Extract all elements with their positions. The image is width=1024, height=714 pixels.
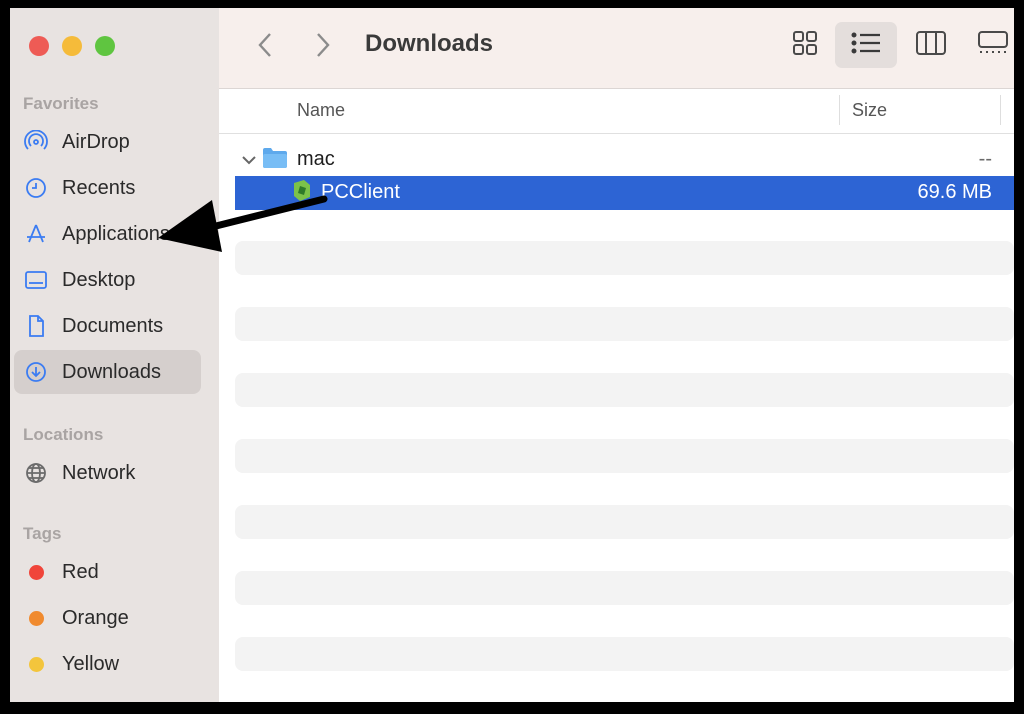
file-size: --	[978, 148, 992, 170]
finder-window: Favorites AirDrop Recents Applications D…	[10, 8, 1014, 702]
sidebar-item-label: Desktop	[62, 268, 136, 291]
sidebar-item-desktop[interactable]: Desktop	[14, 258, 201, 302]
empty-row	[235, 373, 1014, 407]
window-title: Downloads	[365, 30, 494, 57]
sidebar-item-label: Orange	[62, 606, 129, 629]
forward-button[interactable]	[313, 30, 333, 67]
sidebar-item-label: Documents	[62, 314, 164, 337]
grid-icon	[792, 30, 818, 61]
download-icon	[24, 360, 48, 384]
icon-view-button[interactable]	[774, 22, 836, 68]
file-size: 69.6 MB	[917, 181, 992, 203]
sidebar-item-label: Applications	[62, 222, 170, 245]
red-tag-icon	[24, 560, 48, 584]
sidebar-item-label: Downloads	[62, 360, 161, 383]
sidebar-item-tag-red[interactable]: Red	[14, 550, 201, 594]
sidebar-item-downloads[interactable]: Downloads	[14, 350, 201, 394]
file-name: mac	[297, 148, 335, 170]
column-divider[interactable]	[1000, 95, 1001, 125]
empty-row	[235, 571, 1014, 605]
applications-icon	[24, 222, 48, 246]
airdrop-icon	[24, 130, 48, 154]
empty-row	[235, 307, 1014, 341]
column-header: Name Size	[219, 89, 1014, 134]
sidebar-item-network[interactable]: Network	[14, 451, 201, 495]
globe-icon	[24, 461, 48, 485]
sidebar-item-applications[interactable]: Applications	[14, 212, 201, 256]
tags-section-title: Tags	[23, 524, 62, 543]
empty-row	[235, 241, 1014, 275]
sidebar-item-label: Yellow	[62, 652, 120, 675]
locations-section-title: Locations	[23, 425, 104, 444]
close-button[interactable]	[29, 36, 49, 56]
disclosure-chevron-icon[interactable]	[241, 153, 257, 171]
gallery-icon	[977, 30, 1009, 61]
file-name: PCClient	[321, 181, 400, 203]
sidebar-item-label: AirDrop	[62, 130, 130, 153]
list-view-button[interactable]	[835, 22, 897, 68]
pcclient-app-icon	[291, 179, 313, 208]
column-view-button[interactable]	[900, 22, 962, 68]
sidebar-item-airdrop[interactable]: AirDrop	[14, 120, 201, 164]
orange-tag-icon	[24, 606, 48, 630]
file-row-mac[interactable]: mac --	[235, 143, 1014, 177]
yellow-tag-icon	[24, 652, 48, 676]
folder-icon	[262, 147, 288, 174]
zoom-button[interactable]	[95, 36, 115, 56]
sidebar-item-recents[interactable]: Recents	[14, 166, 201, 210]
toolbar: Downloads	[219, 8, 1014, 89]
sidebar-item-documents[interactable]: Documents	[14, 304, 201, 348]
sidebar-item-label: Red	[62, 560, 99, 583]
file-row-pcclient[interactable]: PCClient 69.6 MB	[235, 176, 1014, 210]
list-icon	[851, 32, 881, 59]
favorites-section-title: Favorites	[23, 94, 99, 113]
empty-row	[235, 439, 1014, 473]
sidebar-item-tag-yellow[interactable]: Yellow	[14, 642, 201, 686]
column-divider[interactable]	[839, 95, 840, 125]
sidebar: Favorites AirDrop Recents Applications D…	[10, 8, 219, 702]
window-controls	[29, 36, 115, 56]
desktop-icon	[24, 268, 48, 292]
name-column-header[interactable]: Name	[297, 100, 345, 121]
size-column-header[interactable]: Size	[852, 100, 887, 121]
back-button[interactable]	[255, 30, 275, 67]
sidebar-item-label: Recents	[62, 176, 136, 199]
empty-row	[235, 505, 1014, 539]
document-icon	[24, 314, 48, 338]
clock-icon	[24, 176, 48, 200]
empty-row	[235, 637, 1014, 671]
minimize-button[interactable]	[62, 36, 82, 56]
sidebar-item-label: Network	[62, 461, 136, 484]
sidebar-item-tag-orange[interactable]: Orange	[14, 596, 201, 640]
columns-icon	[915, 30, 947, 61]
gallery-view-button[interactable]	[962, 22, 1014, 68]
